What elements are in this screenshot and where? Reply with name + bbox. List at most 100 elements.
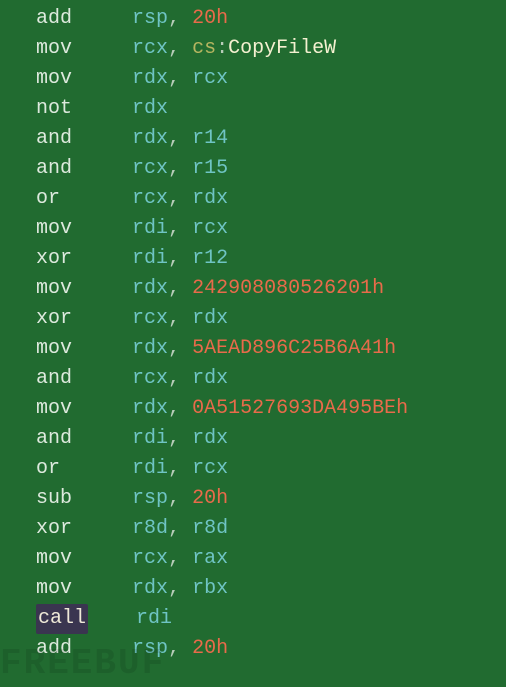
spacer — [60, 187, 132, 210]
asm-line: add rsp, 20h — [0, 634, 506, 664]
asm-line: mov rdx, rcx — [0, 64, 506, 94]
asm-line: xor r8d, r8d — [0, 514, 506, 544]
number: 20h — [192, 487, 228, 510]
segment: cs — [192, 37, 216, 60]
asm-line: not rdx — [0, 94, 506, 124]
spacer: , — [168, 187, 192, 210]
spacer — [72, 427, 132, 450]
spacer: , — [168, 427, 192, 450]
spacer — [0, 277, 36, 300]
spacer — [72, 247, 132, 270]
register: rdi — [132, 247, 168, 270]
register: rdx — [192, 307, 228, 330]
spacer — [0, 7, 36, 30]
spacer: , — [168, 547, 192, 570]
mnemonic: and — [36, 367, 72, 390]
register: rsp — [132, 7, 168, 30]
spacer — [72, 517, 132, 540]
register: rsp — [132, 637, 168, 660]
spacer — [0, 577, 36, 600]
spacer — [72, 337, 132, 360]
spacer: , — [168, 637, 192, 660]
asm-line: mov rcx, rax — [0, 544, 506, 574]
register: rdi — [132, 427, 168, 450]
register: rdi — [136, 607, 172, 630]
spacer — [0, 247, 36, 270]
asm-listing: add rsp, 20h mov rcx, cs:CopyFileW mov r… — [0, 0, 506, 664]
spacer — [72, 397, 132, 420]
register: rcx — [132, 157, 168, 180]
spacer: , — [168, 337, 192, 360]
spacer: , — [168, 67, 192, 90]
spacer: , — [168, 7, 192, 30]
asm-line: and rcx, r15 — [0, 154, 506, 184]
spacer — [72, 97, 132, 120]
spacer — [0, 97, 36, 120]
register: rcx — [132, 367, 168, 390]
register: rcx — [132, 547, 168, 570]
asm-line: mov rdx, 5AEAD896C25B6A41h — [0, 334, 506, 364]
spacer — [0, 157, 36, 180]
spacer — [0, 187, 36, 210]
register: rsp — [132, 487, 168, 510]
mnemonic: or — [36, 187, 60, 210]
register: r12 — [192, 247, 228, 270]
register: rdx — [132, 397, 168, 420]
spacer — [72, 367, 132, 390]
mnemonic: sub — [36, 487, 72, 510]
asm-line: and rdx, r14 — [0, 124, 506, 154]
spacer: , — [168, 277, 192, 300]
mnemonic: add — [36, 637, 72, 660]
register: r15 — [192, 157, 228, 180]
spacer: , — [168, 397, 192, 420]
spacer — [0, 487, 36, 510]
spacer: , — [168, 367, 192, 390]
spacer — [72, 577, 132, 600]
spacer — [0, 367, 36, 390]
asm-line: mov rdx, 0A51527693DA495BEh — [0, 394, 506, 424]
asm-line: mov rdx, rbx — [0, 574, 506, 604]
register: rdx — [192, 187, 228, 210]
spacer: , — [168, 217, 192, 240]
register: rcx — [192, 457, 228, 480]
register: rcx — [132, 37, 168, 60]
register: rdx — [132, 97, 168, 120]
number: 0A51527693DA495BEh — [192, 397, 408, 420]
spacer — [0, 337, 36, 360]
spacer: , — [168, 487, 192, 510]
mnemonic: and — [36, 157, 72, 180]
asm-line: add rsp, 20h — [0, 4, 506, 34]
asm-line: mov rdx, 242908080526201h — [0, 274, 506, 304]
spacer — [0, 37, 36, 60]
mnemonic: mov — [36, 277, 72, 300]
spacer — [72, 67, 132, 90]
register: rdi — [132, 217, 168, 240]
spacer: , — [168, 247, 192, 270]
register: rcx — [192, 67, 228, 90]
mnemonic: and — [36, 427, 72, 450]
number: 5AEAD896C25B6A41h — [192, 337, 396, 360]
mnemonic: mov — [36, 37, 72, 60]
spacer — [0, 67, 36, 90]
mnemonic: not — [36, 97, 72, 120]
spacer: , — [168, 37, 192, 60]
asm-line: or rdi, rcx — [0, 454, 506, 484]
register: rdx — [132, 577, 168, 600]
spacer — [0, 397, 36, 420]
spacer — [0, 517, 36, 540]
register: rdx — [192, 367, 228, 390]
mnemonic: mov — [36, 397, 72, 420]
spacer — [0, 217, 36, 240]
spacer: , — [168, 517, 192, 540]
register: rcx — [132, 307, 168, 330]
register: rdi — [132, 457, 168, 480]
spacer — [72, 157, 132, 180]
spacer — [60, 457, 132, 480]
spacer — [0, 607, 36, 630]
spacer — [0, 307, 36, 330]
spacer: , — [168, 127, 192, 150]
mnemonic: xor — [36, 307, 72, 330]
spacer — [0, 637, 36, 660]
asm-line: xor rcx, rdx — [0, 304, 506, 334]
spacer — [88, 607, 136, 630]
